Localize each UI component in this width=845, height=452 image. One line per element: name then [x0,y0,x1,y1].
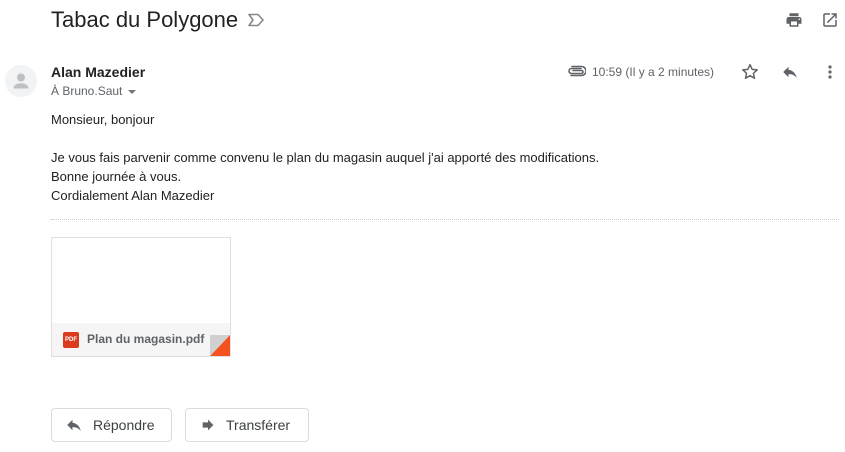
forward-button-label: Transférer [226,417,291,433]
forward-button[interactable]: Transférer [185,408,309,442]
more-vert-icon[interactable] [826,64,834,80]
sender-name[interactable]: Alan Mazedier [51,64,145,81]
avatar [5,65,37,97]
reply-button-label: Répondre [93,417,155,433]
recipient-label: À Bruno.Saut [51,84,123,98]
forward-icon [202,419,214,431]
recipient-details-toggle[interactable]: À Bruno.Saut [51,84,137,99]
label-icon[interactable] [247,13,265,27]
email-body-line: Cordialement Alan Mazedier [51,188,215,203]
email-body-line: Monsieur, bonjour [51,112,155,127]
paperclip-icon [568,65,586,77]
reply-icon[interactable] [780,63,800,81]
attachment-card[interactable]: PDF Plan du magasin.pdf [51,237,231,357]
attachments-divider [51,219,839,220]
email-body-line: Je vous fais parvenir comme convenu le p… [51,150,600,165]
received-time: 10:59 (Il y a 2 minutes) [592,65,715,79]
attachment-footer: PDF Plan du magasin.pdf [52,323,230,356]
email-body-line: Bonne journée à vous. [51,169,182,184]
attachment-corner-fold [210,335,230,356]
chevron-down-icon [128,90,137,94]
reply-icon [67,419,81,431]
print-icon[interactable] [785,11,803,29]
pdf-icon: PDF [63,332,79,348]
open-in-new-window-icon[interactable] [821,11,839,29]
reply-button[interactable]: Répondre [51,408,172,442]
avatar-icon [13,73,29,89]
email-subject: Tabac du Polygone [51,7,239,32]
star-icon[interactable] [740,62,760,82]
attachment-filename: Plan du magasin.pdf [87,332,205,346]
